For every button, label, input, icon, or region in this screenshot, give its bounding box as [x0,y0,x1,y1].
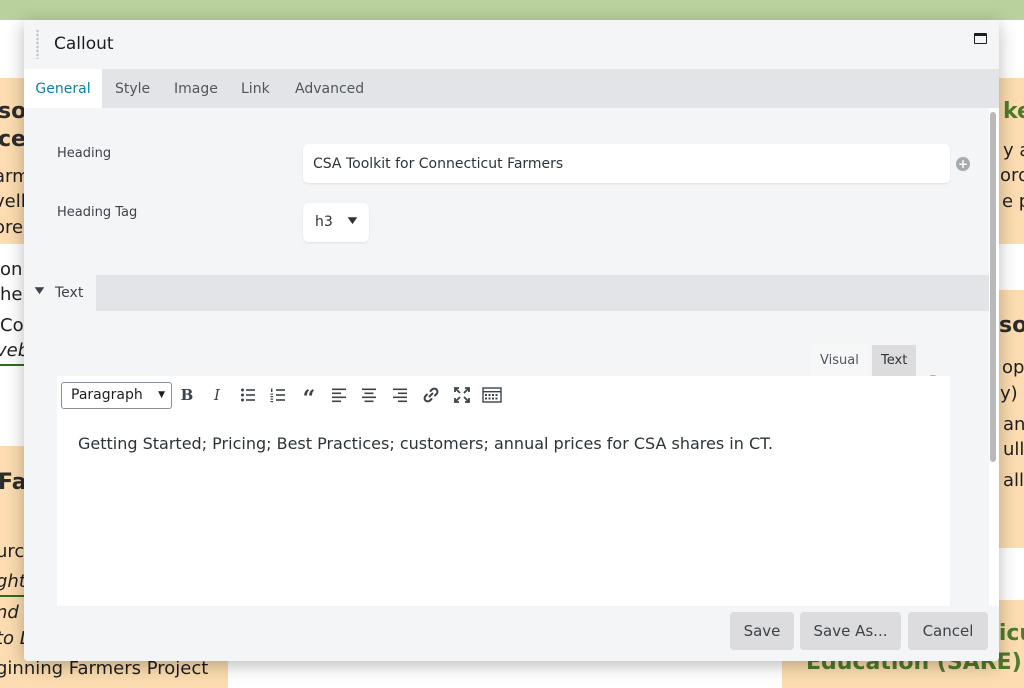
dialog-body: Heading CSA Toolkit for Connecticut Farm… [24,108,989,606]
bg-right-line: ulle [1003,439,1024,460]
bg-right-line: ord [1000,165,1024,186]
page-top-bar [0,0,1024,20]
add-connection-icon[interactable]: + [956,157,970,171]
bg-right-heading-1: ke [1003,99,1024,124]
fullscreen-icon[interactable] [450,383,474,407]
tab-link[interactable]: Link [241,69,270,108]
heading-tag-label: Heading Tag [57,205,138,220]
rich-text-editor[interactable]: Paragraph ▼ B I “ Getting Started; Prici… [57,376,950,606]
bg-left-heading-2: ce [0,127,26,152]
editor-tab-visual[interactable]: Visual [811,345,868,377]
tab-style[interactable]: Style [115,69,150,108]
heading-tag-select[interactable]: h3 ▼ [303,203,369,242]
drag-handle-icon[interactable] [35,29,40,59]
heading-input[interactable]: CSA Toolkit for Connecticut Farmers [303,144,950,183]
bg-left-line: ore [0,217,24,238]
save-button[interactable]: Save [730,612,794,650]
editor-tab-text[interactable]: Text [872,345,917,377]
align-left-icon[interactable] [327,383,351,407]
bg-right-line: e pr [1002,191,1024,212]
bg-right-line: y an [1003,140,1024,161]
tab-image[interactable]: Image [174,69,218,108]
align-center-icon[interactable] [357,383,381,407]
chevron-down-icon: ▼ [347,216,358,226]
bg-right-line: alling [1003,470,1024,491]
heading-tag-value: h3 [315,214,333,230]
bg-right-heading-2: sou [999,313,1024,338]
bg-left-line: nd [0,602,19,623]
cancel-button[interactable]: Cancel [908,612,988,650]
chevron-down-icon: ▼ [34,286,45,296]
bg-left-link[interactable]: ght [0,569,26,597]
bg-left-line: on [0,259,23,280]
text-section-bar: ▼ Text [24,275,989,311]
bg-left-line: he [0,284,23,305]
scrollbar-thumb[interactable] [990,112,996,462]
text-section-toggle[interactable]: ▼ Text [24,275,96,311]
italic-icon[interactable]: I [205,383,229,407]
settings-tab-bar: General Style Image Link Advanced [24,69,999,108]
bg-right-line: y) [1000,383,1018,404]
text-section-label: Text [55,285,84,301]
bold-icon[interactable]: B [175,383,199,407]
link-icon[interactable] [419,383,443,407]
bg-left-line: Co [0,315,24,336]
bg-left-heading-3: Fa [0,470,27,495]
editor-text-content[interactable]: Getting Started; Pricing; Best Practices… [78,434,773,453]
dropdown-arrow-icon: ▼ [158,390,165,400]
maximize-icon[interactable] [974,33,987,44]
paragraph-format-select[interactable]: Paragraph ▼ [61,382,172,409]
callout-settings-dialog: Callout General Style Image Link Advance… [24,20,999,661]
dialog-footer: Save Save As... Cancel [24,606,999,661]
dialog-header[interactable]: Callout [24,20,999,69]
numbered-list-icon[interactable] [266,383,290,407]
format-value: Paragraph [71,387,143,403]
editor-toolbar: Paragraph ▼ B I “ [57,376,950,414]
blockquote-icon[interactable]: “ [297,383,321,412]
toolbar-toggle-icon[interactable] [480,383,504,407]
save-as-button[interactable]: Save As... [800,612,901,650]
align-right-icon[interactable] [388,383,412,407]
bullet-list-icon[interactable] [236,383,260,407]
heading-label: Heading [57,146,112,161]
bg-right-line: anu [1003,414,1024,435]
bg-right-line: op [1002,357,1024,378]
tab-general[interactable]: General [24,69,102,108]
bg-left-line: urc [0,541,25,562]
dialog-title: Callout [54,34,114,54]
tab-advanced[interactable]: Advanced [295,69,364,108]
